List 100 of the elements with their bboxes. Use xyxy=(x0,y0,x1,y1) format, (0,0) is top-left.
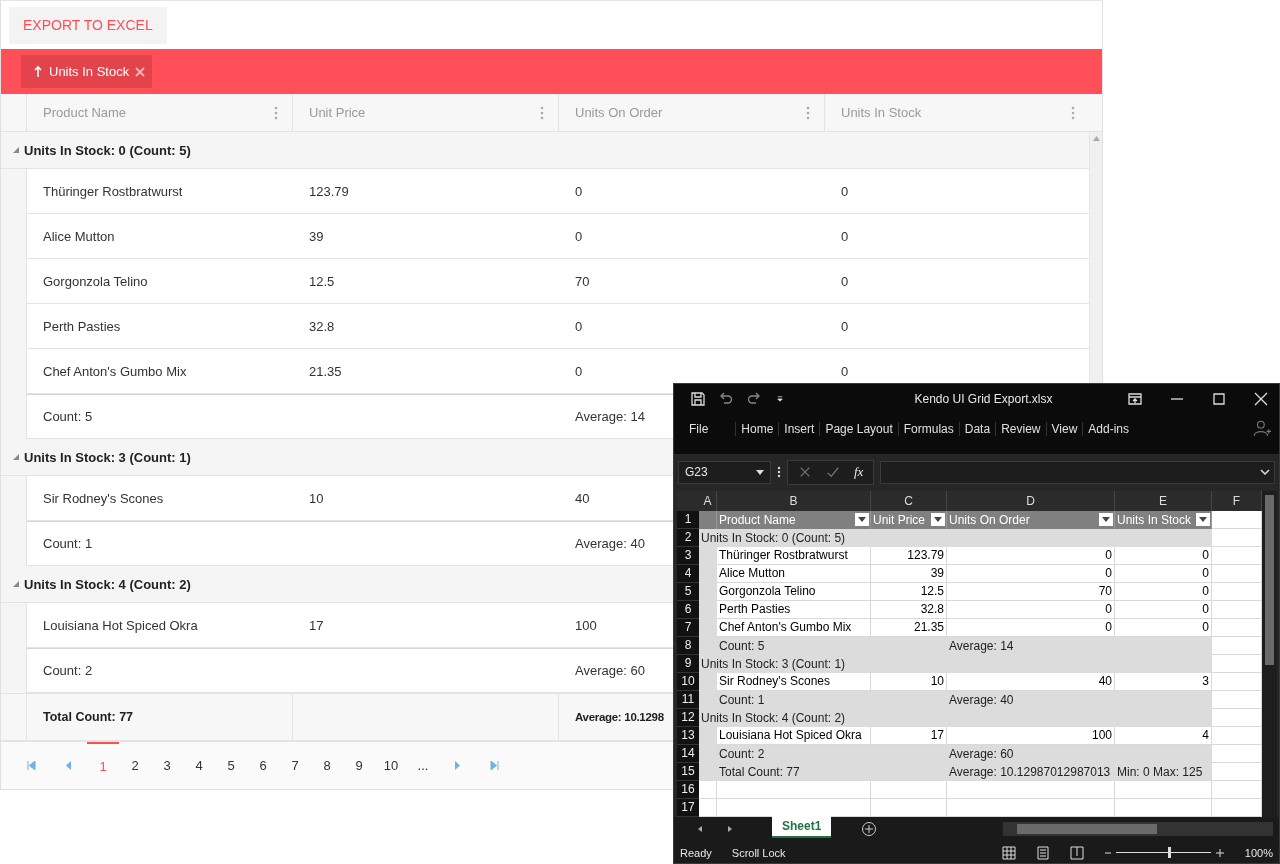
ribbon-tab[interactable]: Home xyxy=(735,422,779,437)
table-cell: 10 xyxy=(309,490,324,506)
group-title: Units In Stock: 3 (Count: 1) xyxy=(24,449,191,465)
column-letter[interactable]: E xyxy=(1115,490,1212,511)
sheet-cell-text: Average: 10.12987012987013 xyxy=(948,764,1112,779)
name-box[interactable]: G23 xyxy=(678,460,771,484)
table-cell: 0 xyxy=(841,273,849,289)
dropdown-icon[interactable] xyxy=(855,513,869,527)
table-cell: 0 xyxy=(575,228,583,244)
page-link[interactable]: 8 xyxy=(311,742,343,789)
ribbon-tab[interactable]: Review xyxy=(995,422,1046,437)
collapse-icon[interactable] xyxy=(13,581,19,587)
next-page-icon[interactable] xyxy=(453,761,462,770)
check-icon[interactable] xyxy=(826,465,840,480)
header-label: Product Name xyxy=(719,512,796,527)
maximize-icon[interactable] xyxy=(1211,390,1227,407)
dropdown-icon[interactable] xyxy=(1099,513,1113,527)
horizontal-scrollbar[interactable] xyxy=(1003,822,1273,837)
table-cell: 0 xyxy=(575,363,583,379)
save-icon[interactable] xyxy=(690,390,706,407)
table-cell: Louisiana Hot Spiced Okra xyxy=(43,617,198,633)
window-title: Kendo UI Grid Export.xlsx xyxy=(913,391,1054,406)
sheet-cell-text: Units In Stock: 4 (Count: 2) xyxy=(700,710,847,725)
table-cell: 21.35 xyxy=(309,363,342,379)
ribbon-tab[interactable]: View xyxy=(1045,422,1083,437)
ribbon-tab[interactable]: Add-ins xyxy=(1082,422,1134,437)
group-indicator[interactable]: Units In Stock xyxy=(21,55,153,88)
person-add-icon[interactable] xyxy=(1253,418,1271,437)
formula-field[interactable] xyxy=(880,460,1275,484)
column-letter[interactable]: D xyxy=(947,490,1115,511)
sheet-cell-text: Units In Stock: 3 (Count: 1) xyxy=(700,656,847,671)
table-cell: 32.8 xyxy=(309,318,335,334)
total-cell: Average: 10.1298 xyxy=(575,711,664,723)
ribbon-display-icon[interactable] xyxy=(1127,390,1143,407)
scroll-up-icon[interactable] xyxy=(1092,136,1100,141)
column-title: Unit Price xyxy=(309,105,366,120)
last-page-icon[interactable] xyxy=(490,761,499,770)
table-cell: 0 xyxy=(575,183,583,199)
page-link[interactable]: 2 xyxy=(119,742,151,789)
zoom-in-icon[interactable] xyxy=(1214,847,1225,858)
page-link[interactable]: ... xyxy=(407,742,439,789)
ribbon-tab[interactable]: Formulas xyxy=(897,422,959,437)
first-page-icon[interactable] xyxy=(27,761,36,770)
ribbon-tab[interactable]: Insert xyxy=(778,422,820,437)
column-letter[interactable]: F xyxy=(1212,490,1262,511)
page-layout-icon[interactable] xyxy=(1035,845,1050,860)
page-link[interactable]: 6 xyxy=(247,742,279,789)
table-cell: Chef Anton's Gumbo Mix xyxy=(43,363,187,379)
column-letter[interactable]: A xyxy=(699,490,717,511)
page-link[interactable]: 5 xyxy=(215,742,247,789)
table-cell: 17 xyxy=(309,617,324,633)
sheet-cell-text: Min: 0 Max: 125 xyxy=(1116,764,1204,779)
group-title: Units In Stock: 4 (Count: 2) xyxy=(24,576,191,592)
previous-page-icon[interactable] xyxy=(64,761,73,770)
column-letter[interactable]: B xyxy=(717,490,871,511)
table-cell: 39 xyxy=(309,228,324,244)
group-footer-cell: Average: 40 xyxy=(575,536,645,551)
page-break-icon[interactable] xyxy=(1069,845,1084,860)
page-link[interactable]: 7 xyxy=(279,742,311,789)
undo-icon[interactable] xyxy=(718,390,734,407)
ribbon-tab[interactable]: Page Layout xyxy=(819,422,898,437)
status-text: Ready xyxy=(680,846,712,859)
collapse-icon[interactable] xyxy=(13,147,19,153)
group-footer-cell: Count: 1 xyxy=(43,536,93,551)
redo-icon[interactable] xyxy=(746,390,762,407)
table-cell: Alice Mutton xyxy=(43,228,115,244)
dropdown-icon[interactable] xyxy=(931,513,945,527)
table-cell: 12.5 xyxy=(309,273,335,289)
page-link[interactable]: 3 xyxy=(151,742,183,789)
header-label: Unit Price xyxy=(873,512,925,527)
select-all-corner[interactable] xyxy=(677,490,699,511)
page-link[interactable]: 4 xyxy=(183,742,215,789)
table-cell: 123.79 xyxy=(309,183,349,199)
sheet-tab[interactable]: Sheet1 xyxy=(772,816,832,839)
group-footer-cell: Average: 14 xyxy=(575,409,645,424)
vertical-scrollbar[interactable] xyxy=(1262,490,1277,817)
table-cell: Thüringer Rostbratwurst xyxy=(43,183,183,199)
page-link[interactable]: 9 xyxy=(343,742,375,789)
ribbon-tab[interactable]: Data xyxy=(958,422,996,437)
normal-view-icon[interactable] xyxy=(1001,845,1016,860)
more-icon[interactable] xyxy=(777,466,781,479)
collapse-icon[interactable] xyxy=(13,454,19,460)
column-letter[interactable]: C xyxy=(871,490,947,511)
group-label: Units In Stock xyxy=(49,64,130,79)
add-sheet-icon[interactable] xyxy=(861,821,878,838)
close-icon[interactable] xyxy=(1253,390,1269,407)
sheet-cell-text: Total Count: 77 xyxy=(718,764,801,779)
ribbon-tab[interactable]: File xyxy=(684,422,714,437)
chevron-icon[interactable] xyxy=(1260,469,1270,476)
group-title: Units In Stock: 0 (Count: 5) xyxy=(24,142,191,158)
status-text: Scroll Lock xyxy=(731,846,786,859)
insert-function-button[interactable]: fx xyxy=(854,464,864,481)
sheet-cell-text: Average: 14 xyxy=(948,638,1015,653)
table-cell: 0 xyxy=(841,228,849,244)
header-label: Units On Order xyxy=(949,512,1030,527)
group-footer-cell: Average: 60 xyxy=(575,663,645,678)
group-footer-cell: Count: 2 xyxy=(43,663,93,678)
zoom-level[interactable]: 100% xyxy=(1244,846,1273,859)
page-link[interactable]: 10 xyxy=(375,742,407,789)
dropdown-icon[interactable] xyxy=(1196,513,1210,527)
